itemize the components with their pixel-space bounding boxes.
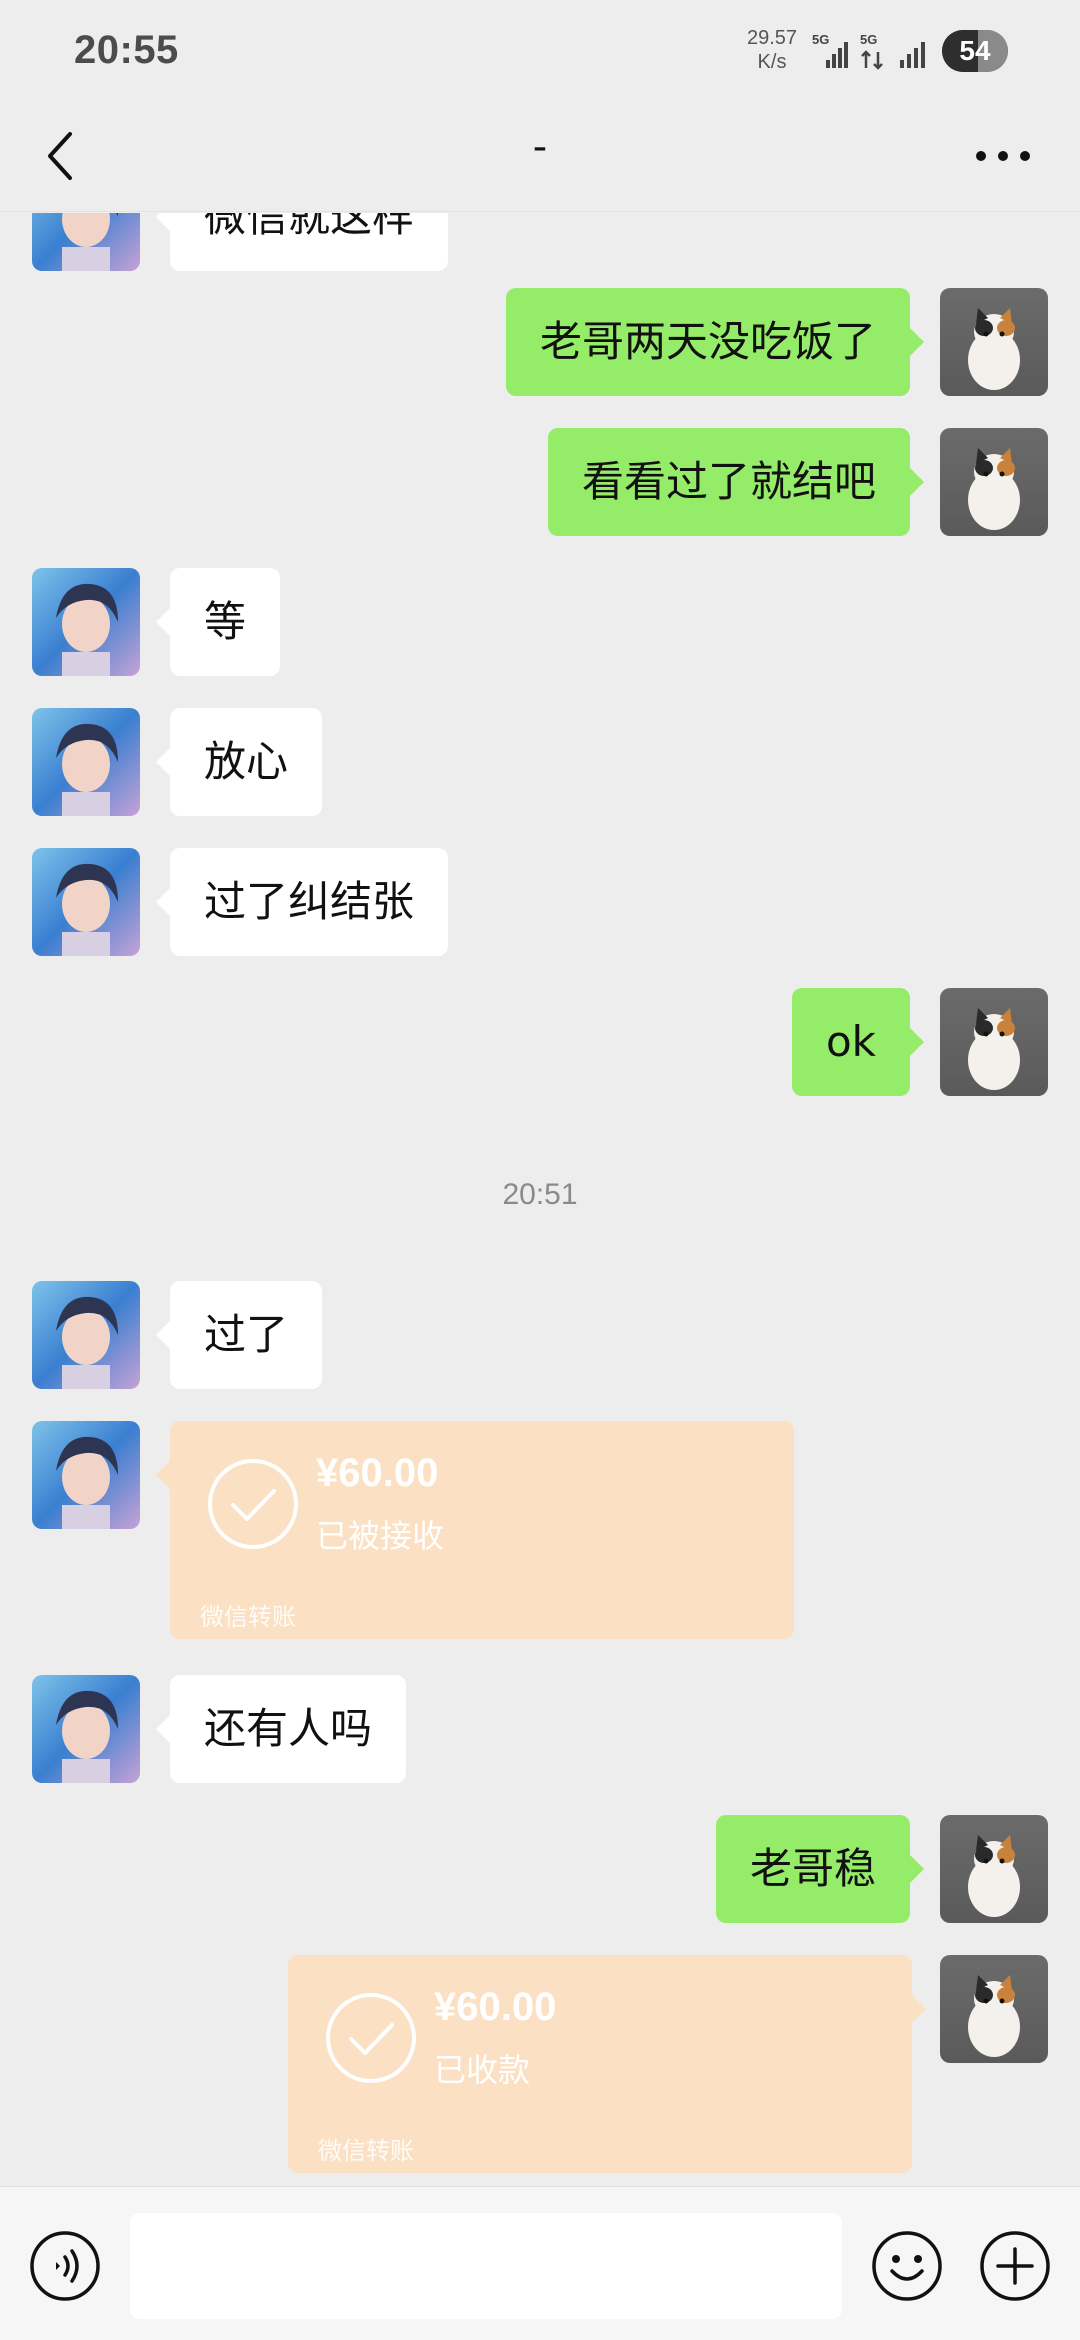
more-dots-icon [976,151,1030,161]
message-list[interactable]: 微信就这样 老哥两天没吃饭了 看看过了就结吧 等 放心 过了纠结张 ok 20:… [0,213,1080,2186]
plus-button[interactable] [978,2229,1052,2307]
contact-avatar[interactable] [32,708,140,816]
back-button[interactable] [30,120,90,192]
check-circle-icon [208,1459,298,1549]
message-input[interactable] [130,2213,842,2319]
battery-level: 54 [959,35,991,66]
message-bubble-incoming[interactable]: 过了 [155,1281,323,1389]
contact-avatar[interactable] [32,568,140,676]
voice-icon [30,2231,100,2301]
contact-avatar[interactable] [32,848,140,956]
emoji-icon [872,2231,942,2301]
status-bar: 20:55 29.57 K/s 5G 5G 54 [0,0,1080,100]
message-bubble-incoming[interactable]: 放心 [155,708,323,816]
contact-avatar[interactable] [32,213,140,271]
transfer-status: 已被接收 [316,1517,445,1555]
message-bubble-outgoing[interactable]: 看看过了就结吧 [547,428,925,536]
more-button[interactable] [968,136,1038,176]
transfer-amount: ¥60.00 [434,1985,557,2029]
message-bubble-incoming[interactable]: 微信就这样 [155,213,449,271]
network-speed-unit: K/s [757,51,787,73]
input-bar [0,2186,1080,2340]
emoji-button[interactable] [870,2229,944,2307]
message-bubble-outgoing[interactable]: ok [791,988,925,1096]
network-speed-value: 29.57 [746,27,798,49]
transfer-card[interactable]: ¥60.00 已被接收 微信转账 [156,1421,794,1639]
my-avatar[interactable] [940,428,1048,536]
signal-5g-icon: 5G [812,32,852,76]
chat-title: - [532,124,548,170]
transfer-label: 微信转账 [318,2137,414,2165]
battery-indicator: 54 [942,30,1008,72]
transfer-label: 微信转账 [200,1603,296,1631]
contact-avatar[interactable] [32,1421,140,1529]
contact-avatar[interactable] [32,1281,140,1389]
sim1-label: 5G [812,32,829,47]
my-avatar[interactable] [940,1815,1048,1923]
my-avatar[interactable] [940,988,1048,1096]
message-bubble-incoming[interactable]: 还有人吗 [155,1675,407,1783]
message-timestamp: 20:51 [502,1178,578,1211]
my-avatar[interactable] [940,1955,1048,2063]
my-avatar[interactable] [940,288,1048,396]
signal-5g-data-icon: 5G [858,32,892,76]
transfer-status: 已收款 [434,2051,531,2089]
contact-avatar[interactable] [32,1675,140,1783]
sim2-label: 5G [860,32,877,47]
message-bubble-incoming[interactable]: 过了纠结张 [155,848,449,956]
network-speed: 29.57 K/s [740,26,804,74]
chat-header: - [0,100,1080,212]
transfer-card[interactable]: ¥60.00 已收款 微信转账 [288,1955,926,2173]
plus-icon [980,2231,1050,2301]
check-circle-icon [326,1993,416,2083]
message-bubble-outgoing[interactable]: 老哥稳 [715,1815,925,1923]
chevron-left-icon [48,132,72,180]
message-bubble-outgoing[interactable]: 老哥两天没吃饭了 [505,288,925,396]
transfer-amount: ¥60.00 [316,1451,439,1495]
signal-bars-icon [896,32,932,76]
voice-button[interactable] [28,2229,102,2307]
status-time: 20:55 [74,28,179,72]
message-bubble-incoming[interactable]: 等 [155,568,281,676]
